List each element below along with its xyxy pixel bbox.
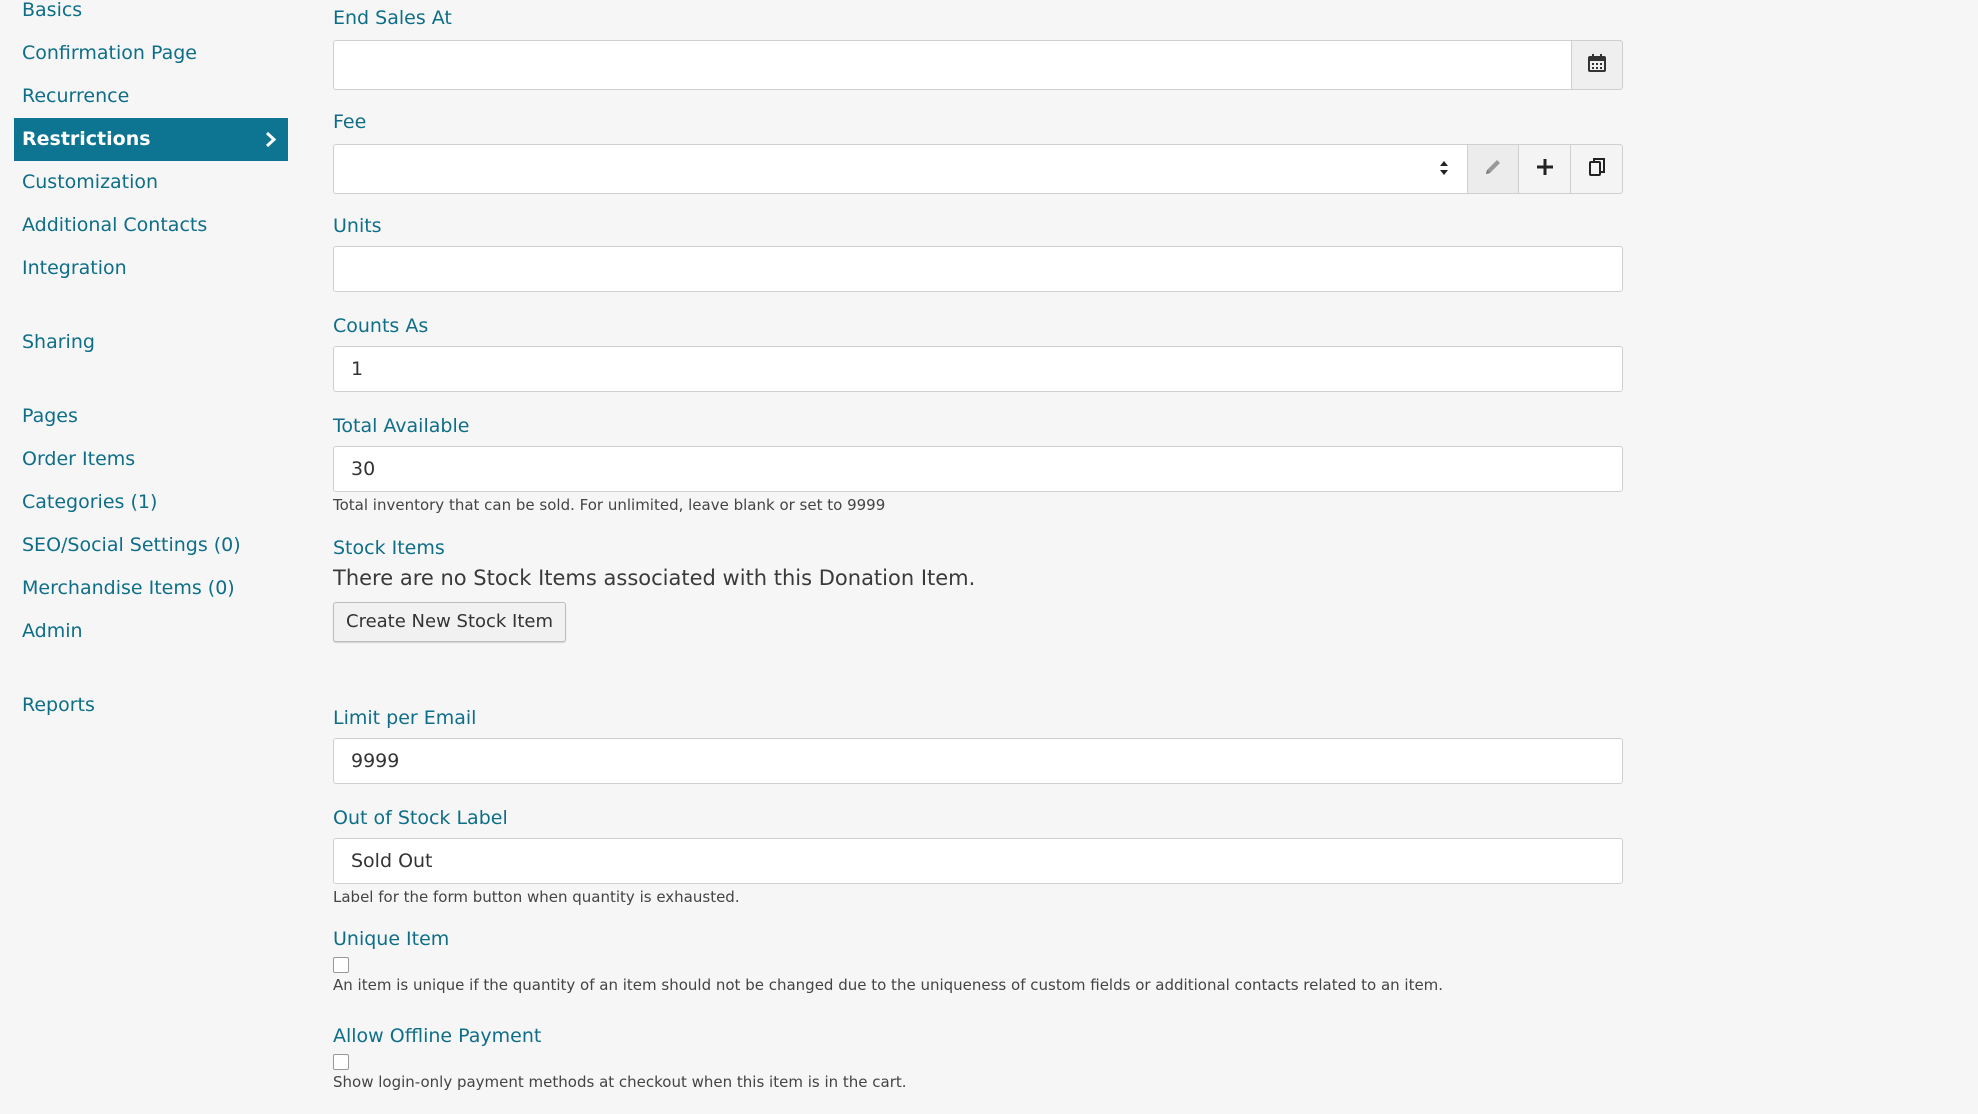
counts-as-label: Counts As [333,315,429,337]
sidebar-item-seo-social-settings[interactable]: SEO/Social Settings (0) [14,524,288,567]
limit-per-email-label: Limit per Email [333,707,477,729]
end-sales-at-input[interactable] [333,40,1571,90]
sidebar-item-reports[interactable]: Reports [14,684,288,727]
sidebar-item-restrictions[interactable]: Restrictions [14,118,288,161]
copy-fee-button[interactable] [1571,144,1623,194]
sidebar-item-basics[interactable]: Basics [14,0,288,32]
chevron-right-icon [264,118,278,176]
counts-as-field: Counts As 1 [333,314,1623,392]
allow-offline-payment-label: Allow Offline Payment [333,1025,542,1047]
end-sales-at-field: End Sales At [333,6,1623,90]
unique-item-label: Unique Item [333,928,450,950]
sidebar-item-pages[interactable]: Pages [14,395,288,438]
total-available-input[interactable]: 30 [333,446,1623,492]
plus-icon [1535,157,1555,182]
sidebar-item-additional-contacts[interactable]: Additional Contacts [14,204,288,247]
allow-offline-payment-checkbox[interactable] [333,1054,349,1070]
allow-offline-payment-field: Allow Offline Payment Show login-only pa… [333,1024,1623,1091]
units-label: Units [333,215,382,237]
stock-items-message: There are no Stock Items associated with… [333,566,976,590]
sidebar-item-confirmation-page[interactable]: Confirmation Page [14,32,288,75]
add-fee-button[interactable] [1519,144,1571,194]
units-input[interactable] [333,246,1623,292]
pencil-icon [1483,157,1503,182]
sidebar-item-customization[interactable]: Customization [14,161,288,204]
calendar-icon [1588,53,1606,77]
sidebar-item-merchandise-items[interactable]: Merchandise Items (0) [14,567,288,610]
stock-items-label: Stock Items [333,537,445,559]
fee-select[interactable] [333,144,1467,194]
select-arrows-icon [1439,159,1449,177]
units-field: Units [333,214,1623,292]
create-new-stock-item-button[interactable]: Create New Stock Item [333,602,567,642]
fee-label: Fee [333,111,367,133]
out-of-stock-label-field: Out of Stock Label Sold Out Label for th… [333,806,1623,906]
unique-item-help: An item is unique if the quantity of an … [333,976,1444,994]
out-of-stock-label-help: Label for the form button when quantity … [333,888,740,906]
edit-fee-button[interactable] [1467,144,1519,194]
calendar-button[interactable] [1571,40,1623,90]
allow-offline-payment-help: Show login-only payment methods at check… [333,1073,907,1091]
sidebar-item-categories[interactable]: Categories (1) [14,481,288,524]
sidebar-item-order-items[interactable]: Order Items [14,438,288,481]
fee-field: Fee [333,110,1623,194]
limit-per-email-field: Limit per Email 9999 [333,706,1623,784]
unique-item-field: Unique Item An item is unique if the qua… [333,927,1623,994]
unique-item-checkbox[interactable] [333,957,349,973]
copy-icon [1587,157,1607,182]
sidebar-item-integration[interactable]: Integration [14,247,288,290]
total-available-help: Total inventory that can be sold. For un… [333,496,886,514]
total-available-field: Total Available 30 Total inventory that … [333,414,1623,514]
limit-per-email-input[interactable]: 9999 [333,738,1623,784]
stock-items-section: Stock Items There are no Stock Items ass… [333,536,1623,642]
sidebar-item-recurrence[interactable]: Recurrence [14,75,288,118]
end-sales-at-label: End Sales At [333,7,452,29]
fee-input-group [333,144,1623,194]
out-of-stock-label-input[interactable]: Sold Out [333,838,1623,884]
end-sales-at-input-group [333,40,1623,90]
sidebar-item-sharing[interactable]: Sharing [14,321,288,364]
total-available-label: Total Available [333,415,470,437]
out-of-stock-label-label: Out of Stock Label [333,807,508,829]
counts-as-input[interactable]: 1 [333,346,1623,392]
sidebar-item-label: Restrictions [22,128,151,150]
sidebar-item-admin[interactable]: Admin [14,610,288,653]
